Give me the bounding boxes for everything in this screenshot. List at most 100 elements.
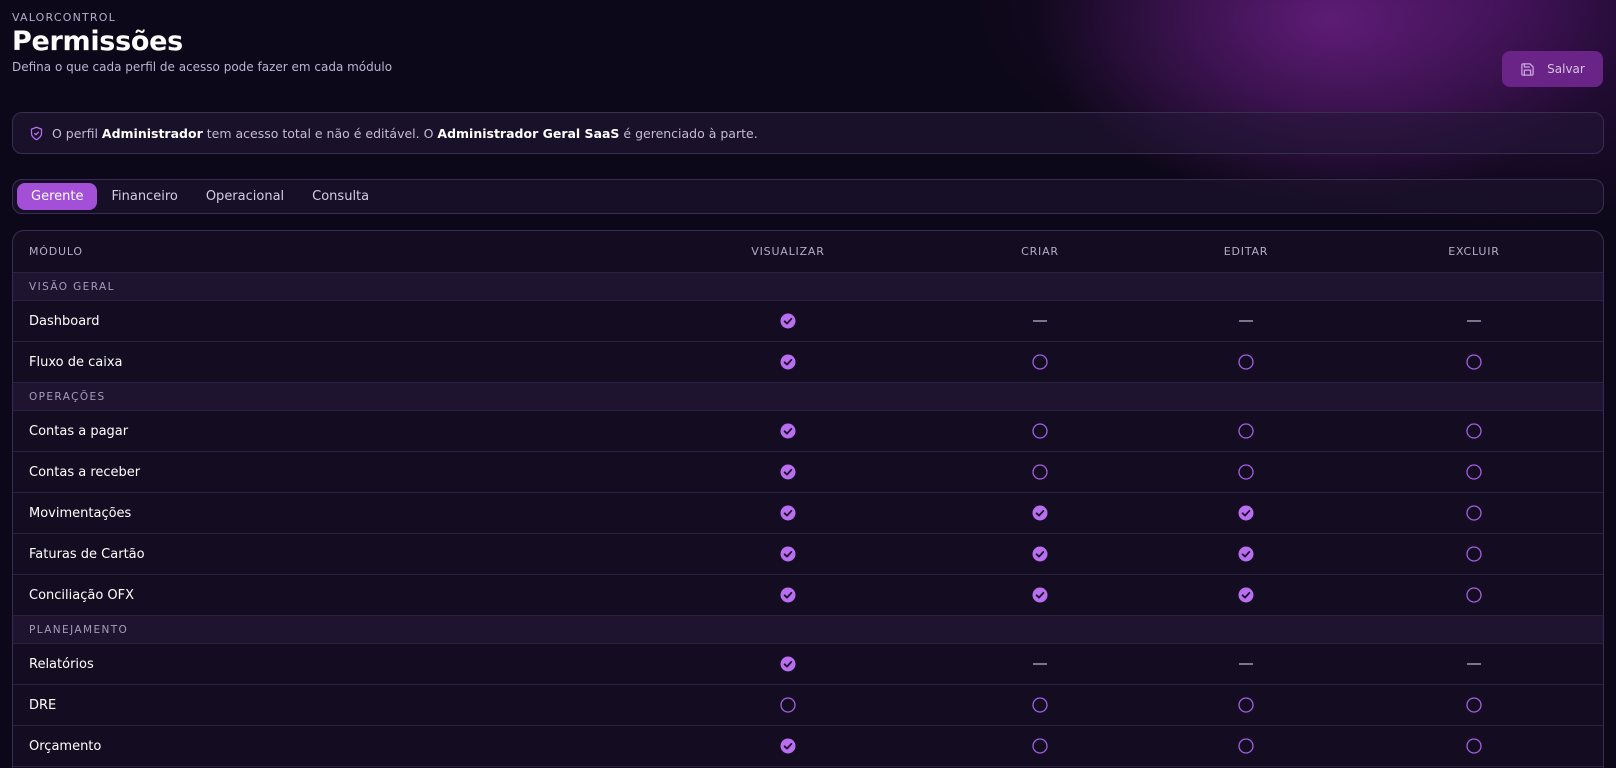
- circle-icon[interactable]: [1032, 738, 1048, 754]
- permission-cell-excluir: [1404, 452, 1544, 492]
- tab-consulta[interactable]: Consulta: [298, 183, 383, 210]
- circle-icon[interactable]: [780, 697, 796, 713]
- permission-cell-editar: [1176, 534, 1316, 574]
- permission-cell-visualizar: [718, 301, 858, 341]
- dash-line: [1467, 320, 1481, 322]
- table-header: MÓDULO VISUALIZAR CRIAR EDITAR EXCLUIR: [13, 231, 1603, 273]
- circle-icon[interactable]: [1466, 505, 1482, 521]
- permission-cell-editar: [1176, 726, 1316, 766]
- table-row: Dashboard: [13, 301, 1603, 342]
- circle-icon[interactable]: [1032, 354, 1048, 370]
- permission-cell-criar: [970, 575, 1110, 615]
- table-row: Fluxo de caixa: [13, 342, 1603, 383]
- permission-cell-excluir: [1404, 726, 1544, 766]
- module-name: Contas a receber: [29, 464, 141, 480]
- permission-cell-editar: [1176, 493, 1316, 533]
- check-circle-icon[interactable]: [780, 505, 796, 521]
- module-name: Movimentações: [29, 505, 132, 521]
- permission-cell-criar: [970, 726, 1110, 766]
- circle-icon[interactable]: [1466, 546, 1482, 562]
- permission-cell-editar: [1176, 452, 1316, 492]
- section-row: PLANEJAMENTO: [13, 616, 1603, 644]
- check-circle-icon[interactable]: [780, 464, 796, 480]
- circle-icon[interactable]: [1032, 697, 1048, 713]
- dash-line: [1467, 663, 1481, 665]
- table-body: VISÃO GERAL Dashboard Fluxo de caixa OPERAÇ…: [13, 273, 1603, 767]
- circle-icon[interactable]: [1238, 423, 1254, 439]
- permission-cell-excluir: [1404, 534, 1544, 574]
- notice-admin-role: Administrador: [101, 125, 203, 141]
- shield-check-icon: [30, 126, 43, 140]
- column-header-excluir: EXCLUIR: [1448, 245, 1500, 258]
- circle-icon[interactable]: [1238, 738, 1254, 754]
- check-circle-icon[interactable]: [780, 587, 796, 603]
- permission-cell-criar: [970, 534, 1110, 574]
- save-button[interactable]: Salvar: [1502, 51, 1603, 87]
- dash-icon: [1032, 313, 1048, 329]
- permission-cell-visualizar: [718, 493, 858, 533]
- module-name: Faturas de Cartão: [29, 546, 145, 562]
- circle-icon[interactable]: [1466, 738, 1482, 754]
- permission-cell-criar: [970, 452, 1110, 492]
- check-circle-icon[interactable]: [1238, 587, 1254, 603]
- permission-cell-excluir: [1404, 301, 1544, 341]
- circle-icon[interactable]: [1238, 697, 1254, 713]
- permission-cell-editar: [1176, 342, 1316, 382]
- permissions-table: MÓDULO VISUALIZAR CRIAR EDITAR EXCLUIR V…: [12, 230, 1604, 768]
- permission-cell-excluir: [1404, 411, 1544, 451]
- section-row: VISÃO GERAL: [13, 273, 1603, 301]
- check-circle-icon[interactable]: [780, 423, 796, 439]
- circle-icon[interactable]: [1238, 354, 1254, 370]
- table-row: DRE: [13, 685, 1603, 726]
- permission-cell-visualizar: [718, 726, 858, 766]
- dash-icon: [1466, 313, 1482, 329]
- circle-icon[interactable]: [1032, 423, 1048, 439]
- permission-cell-editar: [1176, 685, 1316, 725]
- page-title: Permissões: [12, 26, 183, 57]
- circle-icon[interactable]: [1466, 464, 1482, 480]
- permission-cell-visualizar: [718, 575, 858, 615]
- check-circle-icon[interactable]: [1032, 587, 1048, 603]
- check-circle-icon[interactable]: [780, 546, 796, 562]
- permission-cell-editar: [1176, 301, 1316, 341]
- check-circle-icon[interactable]: [1032, 546, 1048, 562]
- permission-cell-editar: [1176, 411, 1316, 451]
- permission-cell-criar: [970, 644, 1110, 684]
- check-circle-icon[interactable]: [1032, 505, 1048, 521]
- column-header-modulo: MÓDULO: [29, 245, 83, 258]
- check-circle-icon[interactable]: [1238, 505, 1254, 521]
- circle-icon[interactable]: [1032, 464, 1048, 480]
- notice-text: O perfil Administrador tem acesso total …: [52, 126, 758, 141]
- dash-icon: [1238, 656, 1254, 672]
- circle-icon[interactable]: [1466, 697, 1482, 713]
- permission-cell-excluir: [1404, 342, 1544, 382]
- column-header-visualizar: VISUALIZAR: [751, 245, 825, 258]
- tab-gerente[interactable]: Gerente: [17, 183, 98, 210]
- table-row: Movimentações: [13, 493, 1603, 534]
- profile-tabs: Gerente Financeiro Operacional Consulta: [12, 179, 1604, 214]
- permission-cell-visualizar: [718, 452, 858, 492]
- tab-financeiro[interactable]: Financeiro: [97, 183, 191, 210]
- check-circle-icon[interactable]: [780, 656, 796, 672]
- circle-icon[interactable]: [1466, 587, 1482, 603]
- permission-cell-visualizar: [718, 411, 858, 451]
- table-row: Contas a receber: [13, 452, 1603, 493]
- check-circle-icon[interactable]: [780, 738, 796, 754]
- circle-icon[interactable]: [1238, 464, 1254, 480]
- check-circle-icon[interactable]: [780, 354, 796, 370]
- permission-cell-criar: [970, 301, 1110, 341]
- permission-cell-visualizar: [718, 644, 858, 684]
- section-row: OPERAÇÕES: [13, 383, 1603, 411]
- permission-cell-excluir: [1404, 493, 1544, 533]
- check-circle-icon[interactable]: [780, 313, 796, 329]
- dash-icon: [1466, 656, 1482, 672]
- check-circle-icon[interactable]: [1238, 546, 1254, 562]
- tab-operacional[interactable]: Operacional: [192, 183, 298, 210]
- dash-line: [1239, 663, 1253, 665]
- permission-cell-visualizar: [718, 534, 858, 574]
- module-name: DRE: [29, 697, 57, 713]
- circle-icon[interactable]: [1466, 354, 1482, 370]
- column-header-editar: EDITAR: [1223, 245, 1269, 258]
- module-name: Relatórios: [29, 656, 94, 672]
- circle-icon[interactable]: [1466, 423, 1482, 439]
